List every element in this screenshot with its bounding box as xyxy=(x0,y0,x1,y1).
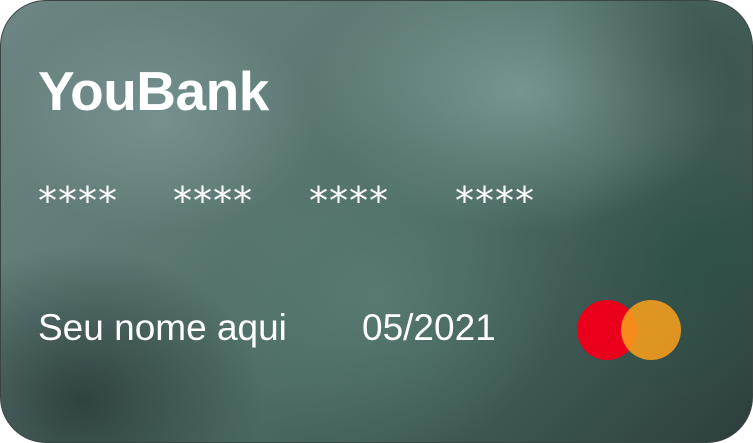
expiry-date: 05/2021 xyxy=(362,307,496,348)
credit-card: YouBank **** **** **** **** Seu nome aqu… xyxy=(0,0,753,443)
mastercard-logo-icon xyxy=(577,300,681,360)
card-number-group-4: **** xyxy=(455,179,535,223)
card-number-group-2: **** xyxy=(173,179,253,223)
bank-name: YouBank xyxy=(38,60,269,122)
card-number-group-1: **** xyxy=(38,179,118,223)
logo-orange-circle xyxy=(621,300,681,360)
cardholder-name: Seu nome aqui xyxy=(38,307,287,348)
card-number-group-3: **** xyxy=(309,179,389,223)
